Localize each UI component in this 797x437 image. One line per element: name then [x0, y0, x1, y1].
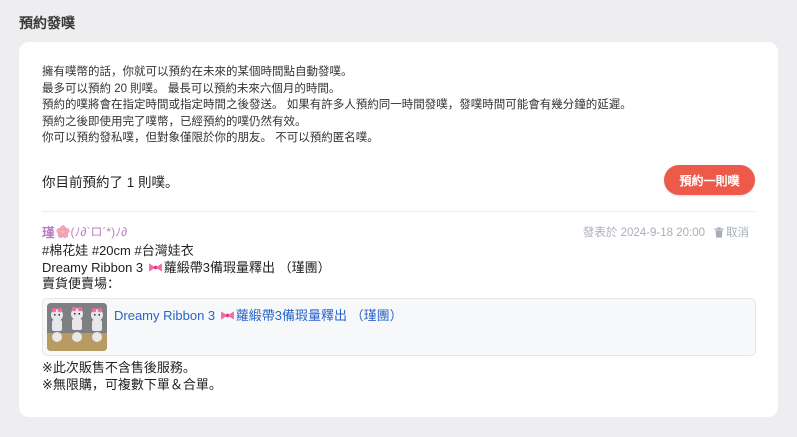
info-line: 擁有噗幣的話，你就可以預約在未來的某個時間點自動發噗。 [42, 66, 353, 78]
post-footer: ※此次販售不含售後服務。 ※無限購，可複數下單＆合單。 [42, 360, 222, 393]
author-nickname: (ﾉ∂`ロ´*)ﾉ∂ [70, 225, 128, 239]
schedule-post-button[interactable]: 預約一則噗 [664, 165, 755, 195]
scheduled-time: 發表於 2024-9-18 20:00 [582, 227, 705, 239]
post-meta: 發表於 2024-9-18 20:00 取消 [583, 224, 749, 240]
post-tags: #棉花娃 #20cm #台灣娃衣 [42, 243, 194, 258]
info-line: 預約之後即使用完了噗幣，已經預約的噗仍然有效。 [42, 115, 307, 128]
link-thumbnail [47, 303, 107, 351]
info-text: 擁有噗幣的話，你就可以預約在未來的某個時間點自動發噗。 最多可以預約 20 則噗… [42, 64, 632, 147]
author-name: 瑾 [42, 226, 55, 240]
link-preview-card[interactable]: Dreamy Ribbon 3 蘿緞帶3備瑕量釋出 （瑾團） [42, 298, 756, 356]
info-line: 預約的噗將會在指定時間或指定時間之後發送。 如果有許多人預約同一時間發噗，發噗時… [42, 99, 632, 111]
scheduled-posts-card: 擁有噗幣的話，你就可以預約在未來的某個時間點自動發噗。 最多可以預約 20 則噗… [19, 42, 778, 417]
divider [42, 211, 755, 212]
link-text: Dreamy Ribbon 3 [114, 308, 219, 323]
cherry-blossom-icon [56, 224, 69, 238]
info-line: 最多可以預約 20 則噗。 最長可以預約未來六個月的時間。 [42, 82, 341, 95]
post-author[interactable]: 瑾 (ﾉ∂`ロ´*)ﾉ∂ [42, 222, 127, 241]
trash-icon [714, 226, 724, 238]
info-line: 你可以預約發私噗，但對象僅限於你的朋友。 不可以預約匿名噗。 [42, 132, 379, 144]
post-text: Dreamy Ribbon 3 [42, 259, 147, 275]
ribbon-icon [148, 262, 162, 272]
post-note: ※無限購，可複數下單＆合單。 [42, 376, 222, 392]
scheduled-count: 你目前預約了 1 則噗。 [42, 175, 179, 190]
post-content: #棉花娃 #20cm #台灣娃衣 Dreamy Ribbon 3 蘿緞帶3備瑕量… [42, 243, 331, 293]
post-note: ※此次販售不含售後服務。 [42, 360, 196, 375]
page-title: 預約發噗 [19, 15, 75, 31]
link-title[interactable]: Dreamy Ribbon 3 蘿緞帶3備瑕量釋出 （瑾團） [114, 305, 403, 324]
post-text: 蘿緞帶3備瑕量釋出 （瑾團） [163, 259, 331, 275]
cancel-button[interactable]: 取消 [714, 224, 749, 240]
cancel-label: 取消 [726, 227, 749, 239]
post-line: Dreamy Ribbon 3 蘿緞帶3備瑕量釋出 （瑾團） [42, 260, 331, 277]
post-line: 賣貨便賣場： [42, 276, 121, 291]
ribbon-icon [220, 311, 234, 320]
link-text: 蘿緞帶3備瑕量釋出 （瑾團） [235, 308, 403, 323]
